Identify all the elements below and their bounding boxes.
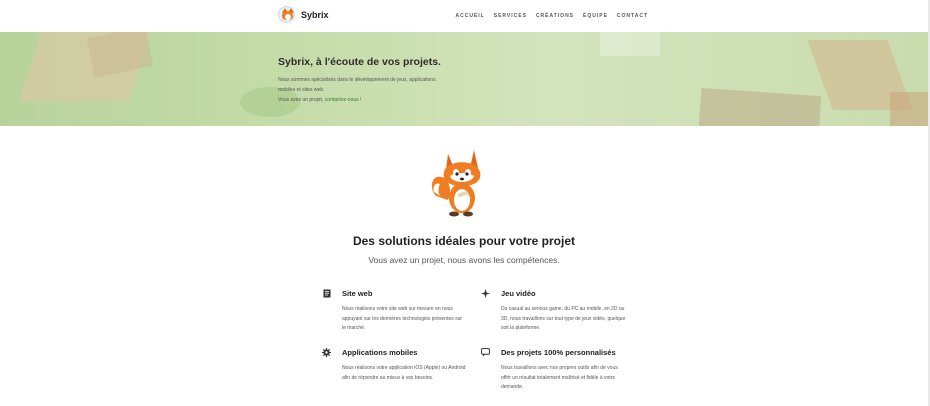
feature-title: Site web bbox=[342, 289, 373, 298]
gear-icon bbox=[322, 348, 331, 357]
feature-site-web: Site web Nous réalisons votre site web s… bbox=[323, 289, 467, 334]
feature-text: Du casual au serious game, du PC au mobi… bbox=[501, 306, 626, 331]
feature-jeu-video: Jeu vidéo Du casual au serious game, du … bbox=[481, 289, 626, 334]
fox-mascot-illustration bbox=[431, 150, 481, 217]
hero-bg-shape bbox=[600, 32, 660, 56]
hero-title: Sybrix, à l'écoute de vos projets. bbox=[278, 56, 441, 68]
hero-line: Nous sommes spécialisés dans le développ… bbox=[278, 77, 436, 83]
page: Sybrix Accueil Services Créations Équipe… bbox=[0, 0, 930, 406]
hero-line: Vous avez un projet, bbox=[278, 97, 325, 103]
brand-name: Sybrix bbox=[301, 9, 329, 20]
fox-logo-icon bbox=[278, 6, 295, 23]
chat-bubble-icon bbox=[481, 348, 490, 357]
site-header: Sybrix Accueil Services Créations Équipe… bbox=[0, 0, 928, 32]
hero-content: Sybrix, à l'écoute de vos projets. Nous … bbox=[278, 56, 468, 105]
feature-title: Des projets 100% personnalisés bbox=[501, 348, 616, 357]
section-title: Des solutions idéales pour votre projet bbox=[352, 234, 576, 248]
contact-link[interactable]: contactez-nous bbox=[325, 97, 359, 103]
hero-bg-shape bbox=[86, 32, 154, 78]
section-subtitle: Vous avez un projet, nous avons les comp… bbox=[368, 255, 560, 265]
hero-line: ! bbox=[358, 97, 362, 103]
feature-text: Nous réalisons votre site web sur mesure… bbox=[342, 306, 463, 331]
feature-text: Nous réalisons votre application iOS (Ap… bbox=[342, 365, 466, 381]
main-nav: Accueil Services Créations Équipe Contac… bbox=[456, 13, 649, 19]
feature-title: Jeu vidéo bbox=[501, 289, 536, 298]
hero-bg-shape bbox=[698, 87, 822, 126]
nav-creations[interactable]: Créations bbox=[536, 13, 574, 19]
nav-contact[interactable]: Contact bbox=[617, 13, 648, 19]
nav-services[interactable]: Services bbox=[494, 13, 527, 19]
hero-banner: Sybrix, à l'écoute de vos projets. Nous … bbox=[0, 32, 928, 126]
nav-equipe[interactable]: Équipe bbox=[583, 13, 608, 19]
hero-line: mobiles et sites web. bbox=[278, 87, 325, 93]
feature-text: Nous travaillons avec nos propres outils… bbox=[501, 365, 618, 390]
hero-description: Nous sommes spécialisés dans le développ… bbox=[278, 75, 468, 105]
feature-title: Applications mobiles bbox=[342, 348, 418, 357]
feature-projets-personnalises: Des projets 100% personnalisés Nous trav… bbox=[481, 348, 626, 393]
brand-logo-link[interactable]: Sybrix bbox=[278, 6, 329, 23]
feature-applications-mobiles: Applications mobiles Nous réalisons votr… bbox=[322, 348, 467, 383]
document-icon bbox=[322, 289, 331, 298]
nav-accueil[interactable]: Accueil bbox=[456, 13, 485, 19]
sparkle-icon bbox=[481, 289, 490, 298]
hero-bg-shape bbox=[890, 92, 928, 126]
